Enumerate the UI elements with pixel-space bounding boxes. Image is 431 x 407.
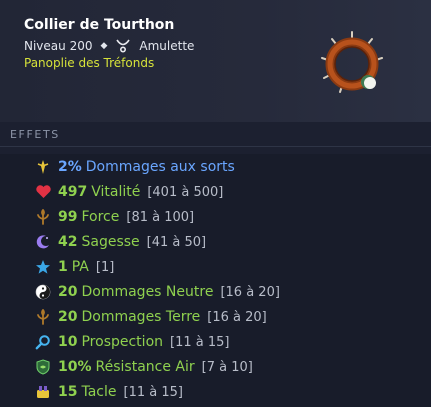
effect-range: [16 à 20] [207, 309, 267, 325]
damage-spell-icon [34, 158, 52, 176]
effect-value: 15 [58, 384, 78, 400]
effect-name: Dommages aux sorts [85, 159, 235, 175]
item-set-link[interactable]: Panoplie des Tréfonds [24, 56, 154, 70]
separator-dot: ◆ [100, 41, 108, 51]
effect-row: 10% Résistance Air [7 à 10] [34, 356, 253, 378]
effect-range: [16 à 20] [220, 284, 280, 300]
effect-name: PA [71, 259, 89, 275]
effect-range: [401 à 500] [147, 184, 224, 200]
effect-name: Dommages Neutre [81, 284, 214, 300]
effect-value: 42 [58, 234, 78, 250]
tackle-icon [34, 383, 52, 401]
effects-section-title: EFFETS [10, 128, 60, 141]
effect-range: [11 à 15] [170, 334, 230, 350]
effect-value: 10% [58, 359, 92, 375]
effect-name: Sagesse [81, 234, 140, 250]
effect-value: 1 [58, 259, 68, 275]
necklace-icon [116, 39, 131, 53]
effect-name: Tacle [81, 384, 117, 400]
effect-range: [1] [95, 259, 115, 275]
effect-name: Dommages Terre [81, 309, 201, 325]
wisdom-icon [34, 233, 52, 251]
divider [0, 146, 431, 147]
effect-row: 20 Dommages Neutre [16 à 20] [34, 281, 280, 303]
item-type: Amulette [139, 39, 195, 53]
strength-icon [34, 208, 52, 226]
effect-value: 99 [58, 209, 78, 225]
item-level: Niveau 200 [24, 39, 93, 53]
effect-range: [11 à 15] [123, 384, 183, 400]
effect-name: Prospection [81, 334, 164, 350]
effect-row: 15 Tacle [11 à 15] [34, 381, 183, 403]
effects-list: 2% Dommages aux sorts 497 Vitalité [401 … [0, 154, 431, 407]
item-header: Collier de Tourthon Niveau 200 ◆ Amulett… [0, 0, 431, 122]
effect-range: [41 à 50] [146, 234, 207, 250]
effect-row: 42 Sagesse [41 à 50] [34, 231, 206, 253]
ap-star-icon [34, 258, 52, 276]
effect-value: 2% [58, 159, 82, 175]
air-shield-icon [34, 358, 52, 376]
earth-icon [34, 308, 52, 326]
effect-row: 2% Dommages aux sorts [34, 156, 242, 178]
effect-row: 1 PA [1] [34, 256, 114, 278]
effect-range: [81 à 100] [126, 209, 195, 225]
heart-icon [34, 183, 52, 201]
effect-value: 10 [58, 334, 78, 350]
effect-name: Vitalité [91, 184, 141, 200]
item-name: Collier de Tourthon [24, 17, 175, 33]
effect-range: [7 à 10] [201, 359, 253, 375]
effect-row: 20 Dommages Terre [16 à 20] [34, 306, 267, 328]
effect-value: 497 [58, 184, 88, 200]
yin-yang-icon [34, 283, 52, 301]
effect-row: 99 Force [81 à 100] [34, 206, 194, 228]
effect-name: Force [81, 209, 120, 225]
effect-value: 20 [58, 309, 78, 325]
effect-row: 497 Vitalité [401 à 500] [34, 181, 223, 203]
effect-value: 20 [58, 284, 78, 300]
item-tooltip: Collier de Tourthon Niveau 200 ◆ Amulett… [0, 0, 431, 407]
prospection-icon [34, 333, 52, 351]
effect-name: Résistance Air [95, 359, 195, 375]
amulet-image [321, 31, 383, 93]
effect-row: 10 Prospection [11 à 15] [34, 331, 229, 353]
item-meta: Niveau 200 ◆ Amulette [24, 38, 194, 54]
